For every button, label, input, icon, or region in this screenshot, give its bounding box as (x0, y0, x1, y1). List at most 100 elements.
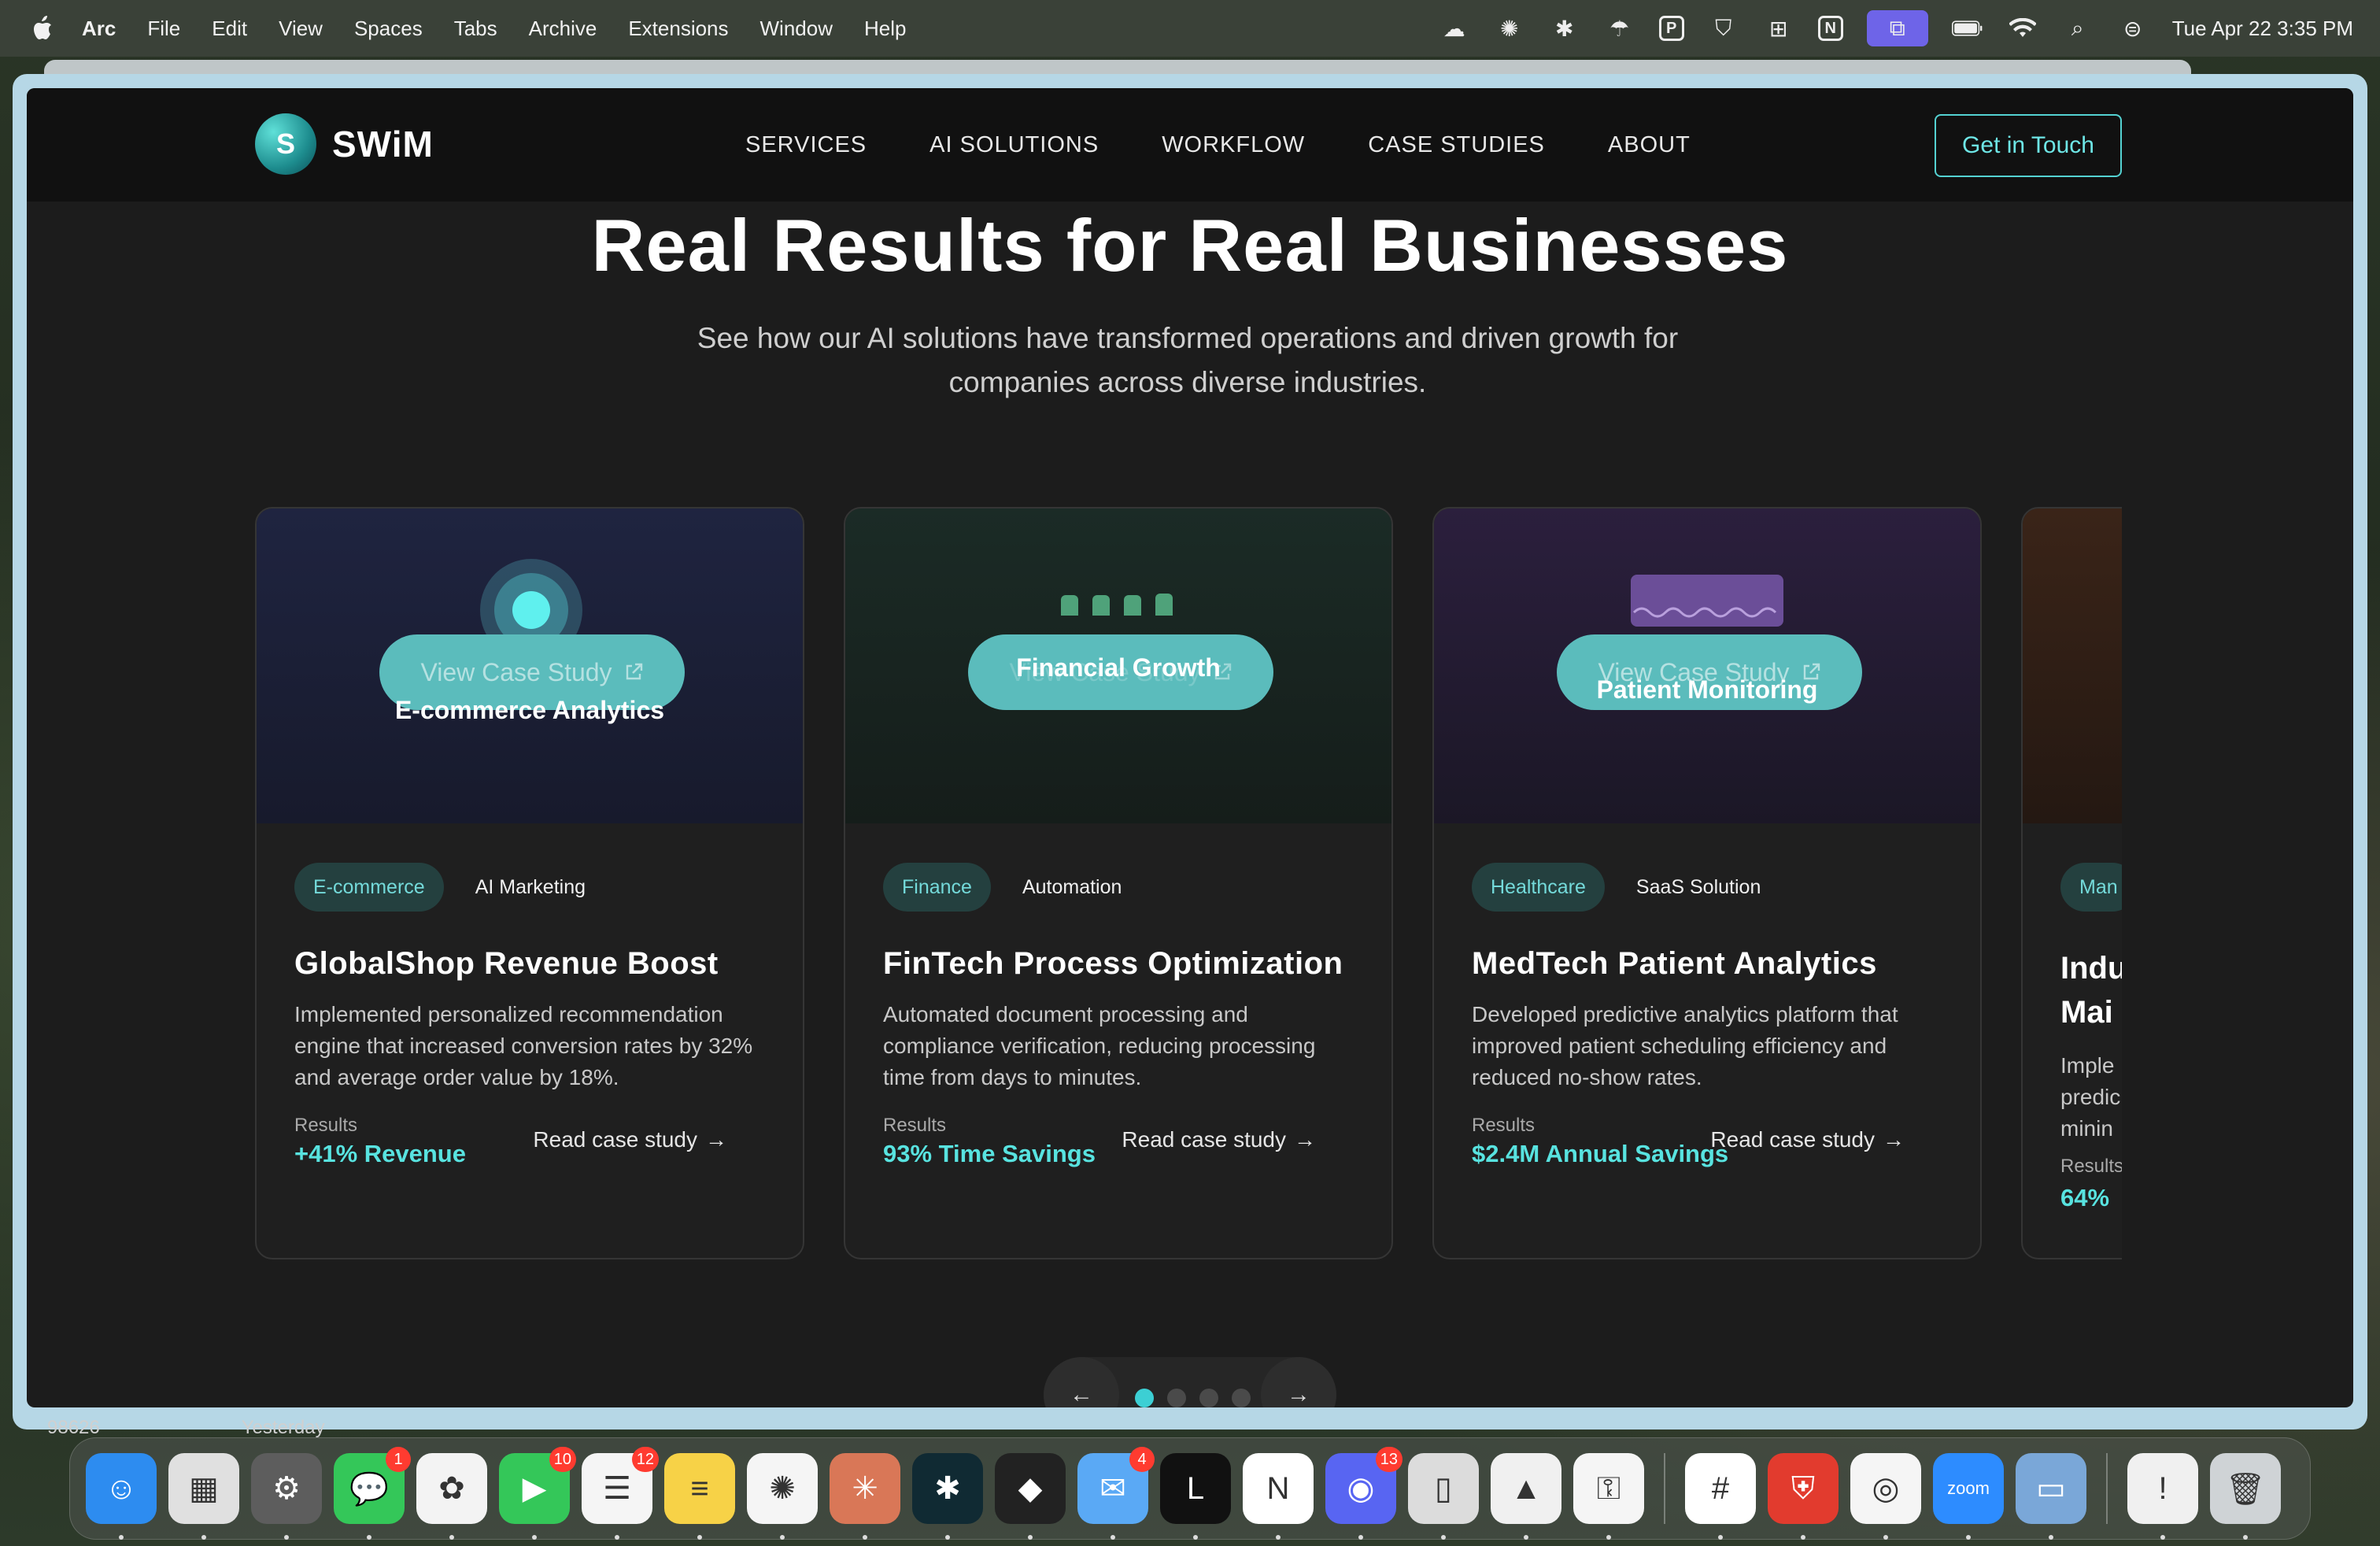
facetime-icon[interactable]: ▶ 10 (499, 1447, 576, 1540)
bitdefender-icon[interactable]: ⛨ (1768, 1453, 1839, 1540)
logo-badge: S (255, 113, 316, 175)
affinity-icon[interactable]: ▲ (1491, 1453, 1561, 1540)
menu-help[interactable]: Help (864, 17, 906, 41)
case-study-card[interactable]: View Case Study E-commerce Analytics E-c… (255, 507, 804, 1259)
mail-icon[interactable]: ✉ 4 (1077, 1447, 1155, 1540)
read-case-study-label: Read case study (1122, 1127, 1286, 1152)
linear-icon[interactable]: L (1160, 1453, 1231, 1540)
card-description-line: predic (2060, 1085, 2121, 1109)
card-description-line: Imple (2060, 1053, 2115, 1078)
carousel-dot[interactable] (1167, 1389, 1186, 1407)
solution-tag: Automation (1022, 875, 1122, 898)
raycast-icon[interactable]: ◆ (995, 1453, 1066, 1540)
read-case-study-link[interactable]: Read case study → (533, 1127, 727, 1152)
logo-text: SWiM (332, 124, 434, 165)
reminders-icon[interactable]: ☰ 12 (582, 1447, 659, 1540)
apple-icon[interactable] (31, 15, 55, 42)
cloud-icon[interactable]: ☁ (1439, 13, 1470, 44)
carousel-controls: ← → (1044, 1357, 1336, 1407)
photos-icon[interactable]: ✿ (416, 1453, 487, 1540)
card-title: Indu Mai (2060, 946, 2122, 1034)
search-icon[interactable]: ⌕ (2062, 13, 2094, 44)
menu-tabs[interactable]: Tabs (454, 17, 497, 41)
card-description: Implemented personalized recommendation … (294, 1002, 753, 1089)
passwords-icon[interactable]: ⚿ (1573, 1453, 1644, 1540)
openai-icon[interactable]: ✺ (1494, 13, 1525, 44)
site-header: S SWiM SERVICES AI SOLUTIONS WORKFLOW CA… (27, 88, 2353, 202)
case-study-card[interactable]: Man Indu Mai Imple predic minin Results … (2021, 507, 2122, 1259)
menu-app-name[interactable]: Arc (82, 17, 116, 41)
grid-dots-icon[interactable]: ⊞ (1763, 13, 1794, 44)
messages-icon[interactable]: 💬 1 (334, 1447, 411, 1540)
view-case-study-label: View Case Study (420, 657, 612, 686)
slack-icon[interactable]: # (1685, 1453, 1756, 1540)
finder-icon[interactable]: ☺ (86, 1453, 157, 1540)
nav-ai-solutions[interactable]: AI SOLUTIONS (929, 132, 1099, 158)
menu-spaces[interactable]: Spaces (354, 17, 423, 41)
results-value: +41% Revenue (294, 1140, 466, 1167)
document-icon[interactable]: ! (2127, 1453, 2198, 1540)
wifi-icon[interactable] (2007, 13, 2038, 44)
zoom-icon[interactable]: zoom (1933, 1453, 2004, 1540)
external-link-icon (626, 663, 642, 680)
shield-icon[interactable]: ⛉ (1708, 13, 1739, 44)
chatgpt-icon[interactable]: ✺ (747, 1453, 818, 1540)
carousel-next-button[interactable]: → (1261, 1357, 1336, 1407)
pulse-core (512, 591, 550, 629)
read-case-study-link[interactable]: Read case study → (1710, 1127, 1905, 1152)
menu-file[interactable]: File (147, 17, 180, 41)
carousel-dot[interactable] (1135, 1389, 1154, 1407)
case-study-card[interactable]: View Case Study Financial Growth Finance… (844, 507, 1393, 1259)
menu-clock[interactable]: Tue Apr 22 3:35 PM (2172, 17, 2353, 41)
card-description: Imple predic minin (2060, 1050, 2122, 1145)
notification-badge: 12 (631, 1447, 659, 1472)
perplexity-icon[interactable]: ✱ (912, 1453, 983, 1540)
iphone-mirroring-icon[interactable]: ▯ (1408, 1453, 1479, 1540)
chrome-icon[interactable]: ◎ (1850, 1453, 1921, 1540)
get-in-touch-button[interactable]: Get in Touch (1935, 114, 2122, 177)
nav-about[interactable]: ABOUT (1608, 132, 1691, 158)
display-icon[interactable]: ▭ (2016, 1453, 2086, 1540)
arrow-right-icon: → (1287, 1381, 1310, 1407)
launchpad-icon[interactable]: ▦ (168, 1453, 239, 1540)
menu-edit[interactable]: Edit (212, 17, 247, 41)
carousel-dot[interactable] (1232, 1389, 1251, 1407)
carousel-prev-button[interactable]: ← (1044, 1357, 1119, 1407)
p-box-icon[interactable]: P (1658, 16, 1684, 41)
arrow-right-icon: → (1294, 1127, 1316, 1152)
web-viewport: S SWiM SERVICES AI SOLUTIONS WORKFLOW CA… (27, 88, 2353, 1407)
notion-icon[interactable]: N (1243, 1453, 1314, 1540)
notes-icon[interactable]: ≡ (664, 1453, 735, 1540)
nav-services[interactable]: SERVICES (745, 132, 867, 158)
carousel-dot[interactable] (1199, 1389, 1218, 1407)
menu-extensions[interactable]: Extensions (628, 17, 728, 41)
site-logo[interactable]: S SWiM (255, 113, 434, 175)
menu-window[interactable]: Window (760, 17, 833, 41)
carousel-dots (1135, 1389, 1251, 1407)
case-study-card[interactable]: View Case Study Patient Monitoring Healt… (1432, 507, 1982, 1259)
nav-workflow[interactable]: WORKFLOW (1162, 132, 1305, 158)
arrow-right-icon: → (705, 1127, 727, 1152)
media-caption: E-commerce Analytics (394, 696, 665, 724)
section-title: Real Results for Real Businesses (591, 204, 1789, 287)
battery-icon[interactable] (1951, 13, 1983, 44)
trash-icon[interactable]: 🗑 (2210, 1453, 2281, 1540)
notion-icon[interactable]: N (1817, 16, 1843, 41)
claude-icon[interactable]: ✳ (830, 1453, 900, 1540)
discord-icon[interactable]: ◉ 13 (1325, 1447, 1402, 1540)
menu-archive[interactable]: Archive (529, 17, 597, 41)
menu-view[interactable]: View (279, 17, 323, 41)
perplexity-icon[interactable]: ✱ (1549, 13, 1580, 44)
cloud-sync-icon[interactable]: ☂ (1604, 13, 1635, 44)
control-center-icon[interactable]: ⊜ (2117, 13, 2149, 44)
industry-tag: Finance (883, 863, 991, 912)
browser-window: S SWiM SERVICES AI SOLUTIONS WORKFLOW CA… (13, 74, 2367, 1429)
bar-graph-icon (1061, 594, 1173, 616)
system-settings-icon[interactable]: ⚙ (251, 1453, 322, 1540)
nav-case-studies[interactable]: CASE STUDIES (1368, 132, 1545, 158)
dock-separator (1664, 1453, 1665, 1524)
results-label: Results (883, 1115, 947, 1136)
background-window-edge (44, 60, 2191, 76)
read-case-study-link[interactable]: Read case study → (1122, 1127, 1316, 1152)
screens-icon[interactable]: ⧉ (1866, 10, 1928, 46)
